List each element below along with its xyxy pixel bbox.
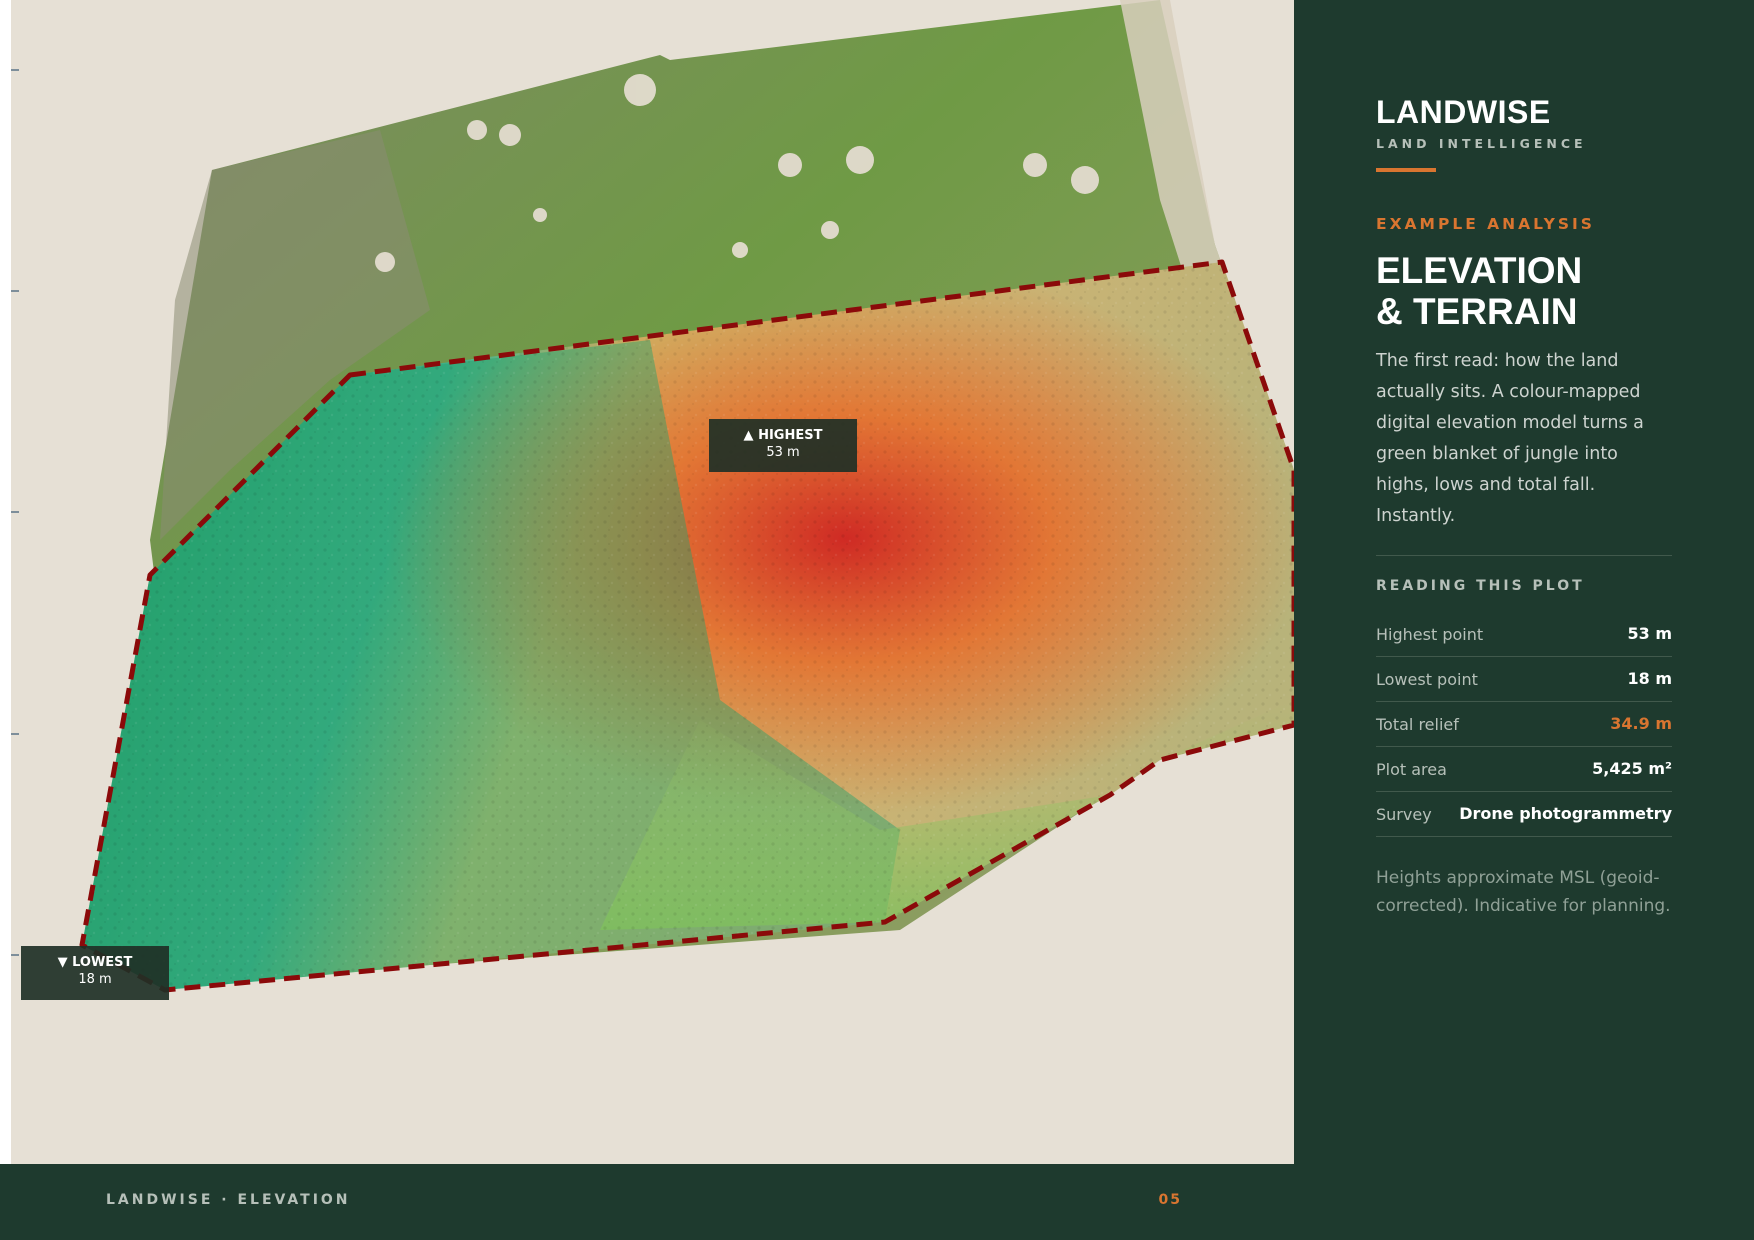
section-eyebrow: EXAMPLE ANALYSIS <box>1376 215 1595 233</box>
lowest-point-value: 18 m <box>78 972 112 987</box>
stat-row-highest: Highest point 53 m <box>1376 612 1672 657</box>
highest-point-label: ▲ HIGHEST <box>743 428 823 443</box>
footnote: Heights approximate MSL (geoid-corrected… <box>1376 868 1671 916</box>
page-footer: LANDWISE · ELEVATION 05 <box>0 1164 1294 1240</box>
page-description: The first read: how the land actually si… <box>1376 351 1644 526</box>
page-title: ELEVATION & TERRAIN <box>1376 250 1716 332</box>
stat-label: Survey <box>1376 805 1432 824</box>
page-title-line-2: & TERRAIN <box>1376 291 1578 332</box>
reading-section-label: READING THIS PLOT <box>1376 578 1585 594</box>
section-divider <box>1376 555 1672 556</box>
brand-name: LANDWISE <box>1376 94 1551 130</box>
stat-label: Plot area <box>1376 760 1447 779</box>
lowest-point-label: ▼ LOWEST <box>57 955 133 970</box>
stat-value: 53 m <box>1627 624 1672 643</box>
page-title-line-1: ELEVATION <box>1376 250 1583 291</box>
elevation-map-svg <box>79 0 1294 993</box>
stat-value: 5,425 m² <box>1592 759 1672 778</box>
elevation-map: ▲ HIGHEST 53 m ▼ LOWEST 18 m <box>0 0 1294 1164</box>
stat-value: Drone photogrammetry <box>1459 804 1672 823</box>
stat-label: Highest point <box>1376 625 1484 644</box>
info-panel: LANDWISE LAND INTELLIGENCE EXAMPLE ANALY… <box>1294 0 1754 1240</box>
brand-accent-rule <box>1376 168 1436 172</box>
stat-row-area: Plot area 5,425 m² <box>1376 747 1672 792</box>
brand-tagline: LAND INTELLIGENCE <box>1376 136 1587 151</box>
stat-label: Total relief <box>1376 715 1459 734</box>
stat-row-lowest: Lowest point 18 m <box>1376 657 1672 702</box>
stat-row-survey: Survey Drone photogrammetry <box>1376 792 1672 837</box>
footer-section-label: LANDWISE · ELEVATION <box>106 1192 351 1208</box>
page-number: 05 <box>1158 1192 1182 1208</box>
stat-row-relief: Total relief 34.9 m <box>1376 702 1672 747</box>
highest-point-value: 53 m <box>766 445 800 460</box>
lowest-point-callout: ▼ LOWEST 18 m <box>21 946 169 1000</box>
stat-label: Lowest point <box>1376 670 1478 689</box>
highest-point-callout: ▲ HIGHEST 53 m <box>709 419 857 472</box>
stat-value: 18 m <box>1627 669 1672 688</box>
stat-value: 34.9 m <box>1610 714 1672 733</box>
